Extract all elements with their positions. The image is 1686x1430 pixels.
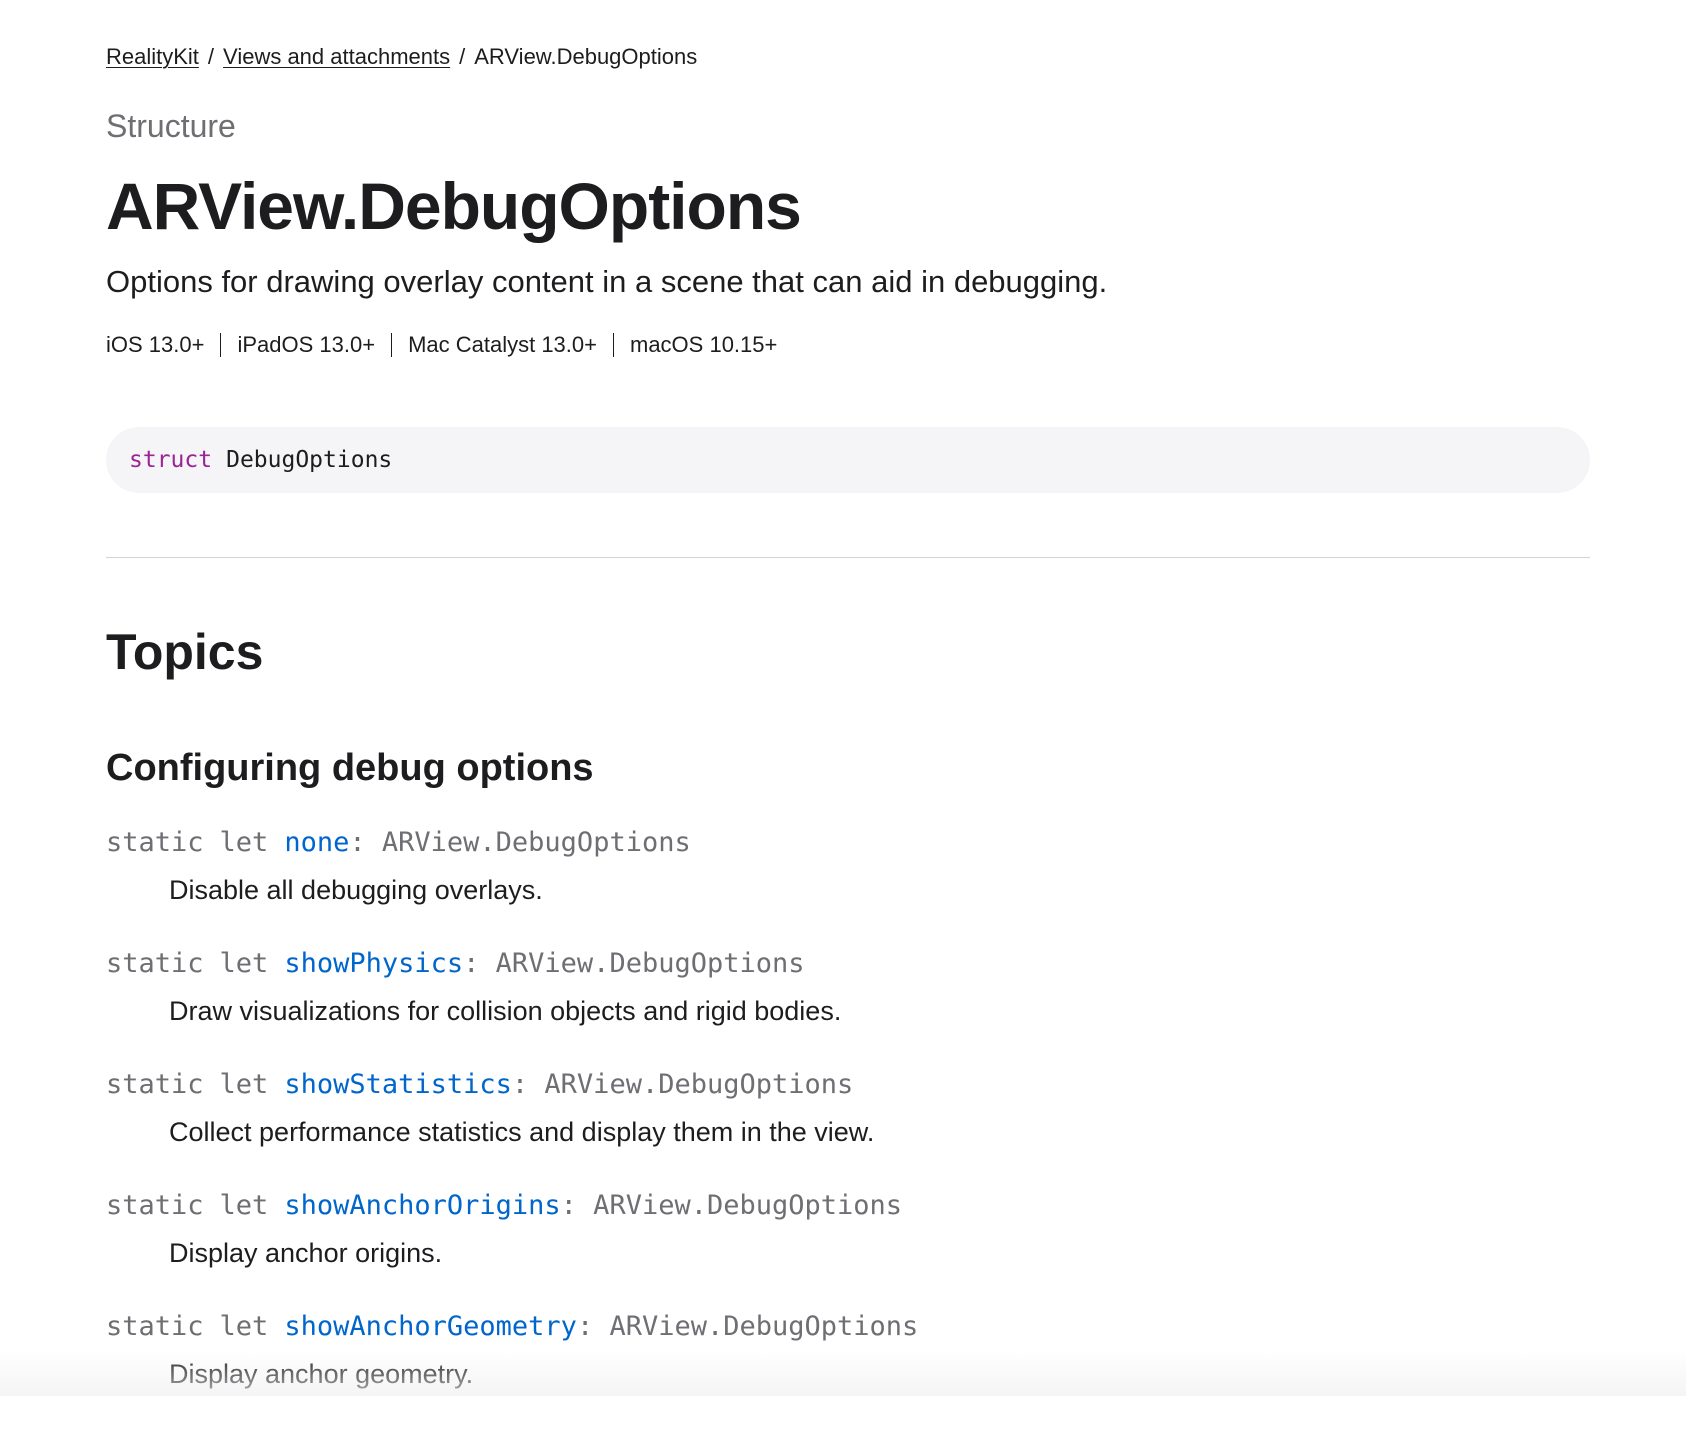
topic-link-none[interactable]: none <box>284 827 349 858</box>
breadcrumb-link-realitykit[interactable]: RealityKit <box>106 44 199 69</box>
topic-link-show-anchor-geometry[interactable]: showAnchorGeometry <box>284 1311 577 1342</box>
breadcrumb-link-views-and-attachments[interactable]: Views and attachments <box>223 44 450 69</box>
topic-group-heading: Configuring debug options <box>106 747 594 789</box>
keyword-static: static <box>106 1069 204 1100</box>
breadcrumb-separator: / <box>207 44 215 69</box>
keyword-let: let <box>219 948 269 979</box>
topic-item-show-anchor-geometry: static let showAnchorGeometry: ARView.Debu… <box>106 1309 1590 1430</box>
topic-description: Draw visualizations for collision object… <box>169 996 842 1026</box>
topic-type: : ARView.DebugOptions <box>463 948 805 979</box>
topics-heading: Topics <box>106 624 264 680</box>
keyword-let: let <box>219 1190 269 1221</box>
topic-description: Collect performance statistics and displ… <box>169 1117 875 1147</box>
breadcrumb: RealityKit / Views and attachments / ARView.… <box>106 43 697 71</box>
topic-type: : ARView.DebugOptions <box>560 1190 903 1221</box>
platform-availability: iOS 13.0+ iPadOS 13.0+ Mac Catalyst 13.0… <box>106 333 793 357</box>
keyword-static: static <box>106 1311 204 1342</box>
topic-signature: static let none: ARView.DebugOptions <box>106 825 691 861</box>
breadcrumb-current: ARView.DebugOptions <box>474 44 698 69</box>
platform-ios: iOS 13.0+ <box>106 332 205 357</box>
topic-description: Display anchor origins. <box>169 1238 443 1268</box>
declaration-code-block: struct DebugOptions <box>106 427 1590 493</box>
topic-type: : ARView.DebugOptions <box>576 1311 919 1342</box>
declaration-keyword: struct <box>129 447 213 473</box>
topic-type: : ARView.DebugOptions <box>349 827 691 858</box>
keyword-let: let <box>219 1311 269 1342</box>
abstract: Options for drawing overlay content in a… <box>106 264 1108 299</box>
topic-signature: static let showAnchorGeometry: ARView.Debu… <box>106 1309 918 1345</box>
symbol-kind-eyebrow: Structure <box>106 108 236 144</box>
platform-macos: macOS 10.15+ <box>613 333 793 357</box>
topic-item-show-anchor-origins: static let showAnchorOrigins: ARView.Debug… <box>106 1188 1590 1309</box>
keyword-let: let <box>219 827 269 858</box>
topic-signature: static let showAnchorOrigins: ARView.Debug… <box>106 1188 902 1224</box>
topic-link-show-physics[interactable]: showPhysics <box>284 948 463 979</box>
topic-signature: static let showStatistics: ARView.DebugOpt… <box>106 1067 853 1103</box>
platform-ipados: iPadOS 13.0+ <box>220 333 391 357</box>
topic-signature: static let showPhysics: ARView.DebugOption… <box>106 946 805 982</box>
keyword-let: let <box>219 1069 269 1100</box>
topic-link-show-statistics[interactable]: showStatistics <box>284 1069 512 1100</box>
breadcrumb-separator: / <box>459 44 466 69</box>
topic-item-show-physics: static let showPhysics: ARView.DebugOption… <box>106 946 1590 1067</box>
topic-description: Disable all debugging overlays. <box>169 875 543 905</box>
keyword-static: static <box>106 948 204 979</box>
platform-mac-catalyst: Mac Catalyst 13.0+ <box>391 333 613 357</box>
topic-description: Display anchor geometry. <box>169 1359 474 1389</box>
topic-link-show-anchor-origins[interactable]: showAnchorOrigins <box>284 1190 560 1221</box>
declaration-name: DebugOptions <box>226 447 393 473</box>
page-title: ARView.DebugOptions <box>106 169 802 243</box>
topic-list: static let none: ARView.DebugOptions Disab… <box>106 825 1590 1430</box>
topic-item-show-statistics: static let showStatistics: ARView.DebugOpt… <box>106 1067 1590 1188</box>
topic-item-none: static let none: ARView.DebugOptions Disab… <box>106 825 1590 946</box>
topic-type: : ARView.DebugOptions <box>511 1069 854 1100</box>
keyword-static: static <box>106 827 204 858</box>
keyword-static: static <box>106 1190 204 1221</box>
section-divider <box>106 557 1590 558</box>
